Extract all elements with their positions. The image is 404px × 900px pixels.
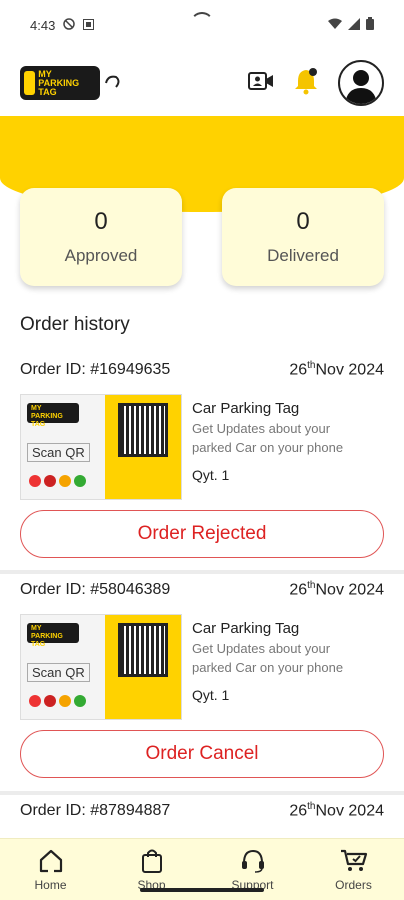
headset-icon (241, 849, 264, 873)
bell-icon (295, 67, 317, 94)
scan-qr-label: Scan QR (27, 663, 90, 682)
gesture-bar[interactable] (140, 888, 264, 892)
approved-stat-card[interactable]: 0 Approved (20, 188, 182, 286)
product-description: Get Updates about your parked Car on you… (192, 421, 344, 455)
qr-code-icon (118, 403, 168, 457)
tag-loop-icon (105, 75, 120, 88)
app-header: MY PARKING TAG (0, 50, 404, 116)
wifi-icon (328, 18, 342, 33)
nav-home[interactable]: Home (0, 839, 101, 900)
order-divider (0, 791, 404, 795)
product-quantity: Qyt. 1 (192, 687, 230, 703)
order-card: Order ID: #58046389 26thNov 2024 MY PARKI… (0, 580, 404, 778)
status-time: 4:43 (30, 17, 56, 33)
product-description: Get Updates about your parked Car on you… (192, 641, 344, 675)
notifications-button[interactable] (294, 67, 318, 100)
product-title: Car Parking Tag (192, 620, 300, 637)
order-date: 26thNov 2024 (289, 580, 384, 599)
order-id: Order ID: #16949635 (20, 361, 171, 379)
nav-orders[interactable]: Orders (303, 839, 404, 900)
order-card: Order ID: #16949635 26thNov 2024 MY PARKI… (0, 360, 404, 558)
qr-code-icon (118, 623, 168, 677)
app-logo: MY PARKING TAG (20, 66, 122, 100)
video-call-button[interactable] (248, 70, 274, 97)
order-id: Order ID: #58046389 (20, 581, 171, 599)
scan-qr-label: Scan QR (27, 443, 90, 462)
loading-spinner-icon (190, 12, 214, 36)
order-status-button[interactable]: Order Cancel (20, 730, 384, 778)
order-status-button[interactable]: Order Rejected (20, 510, 384, 558)
product-image: MY PARKING TAG Scan QR (20, 394, 182, 500)
order-card: Order ID: #87894887 26thNov 2024 (0, 801, 404, 831)
user-icon (345, 70, 377, 104)
delivered-count: 0 (296, 208, 310, 235)
shopping-bag-icon (141, 849, 162, 873)
product-title: Car Parking Tag (192, 400, 300, 417)
approved-label: Approved (64, 246, 138, 265)
order-id: Order ID: #87894887 (20, 802, 171, 820)
nav-home-label: Home (34, 877, 67, 892)
order-date: 26thNov 2024 (289, 360, 384, 379)
logo-subtitle: PARKING TAG (38, 77, 80, 97)
order-stats: 0 Approved 0 Delivered (20, 188, 384, 286)
delivered-label: Delivered (267, 246, 339, 265)
app-notification-icon (83, 18, 95, 33)
delivered-stat-card[interactable]: 0 Delivered (222, 188, 384, 286)
approved-count: 0 (94, 208, 108, 235)
battery-icon (366, 17, 374, 33)
video-camera-icon (248, 71, 273, 90)
order-date: 26thNov 2024 (289, 801, 384, 820)
order-history-title: Order history (20, 314, 130, 335)
profile-avatar-button[interactable] (338, 60, 384, 106)
nav-orders-label: Orders (335, 877, 372, 892)
signal-icon (348, 17, 360, 33)
order-divider (0, 570, 404, 574)
product-image: MY PARKING TAG Scan QR (20, 614, 182, 720)
cart-icon (340, 849, 367, 871)
home-icon (39, 849, 62, 872)
do-not-disturb-icon (63, 17, 76, 33)
product-quantity: Qyt. 1 (192, 467, 230, 483)
